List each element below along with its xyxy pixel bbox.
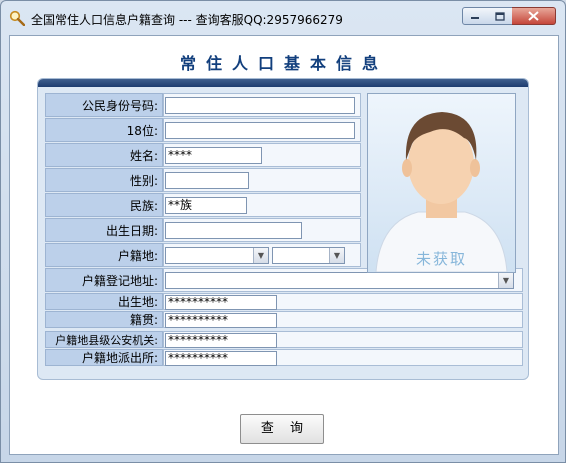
hukou-addr-select[interactable]: ▼ <box>165 272 514 289</box>
ethnic-input[interactable]: **族 <box>165 197 247 214</box>
close-icon <box>528 11 539 21</box>
hukou-city-select[interactable]: ▼ <box>272 247 345 264</box>
info-panel: 公民身份号码: 18位: 姓名: **** 性别: 民族: **族 出生日期: … <box>37 78 529 380</box>
title-bar: 全国常住人口信息户籍查询 --- 查询客服QQ:2957966279 <box>1 1 565 35</box>
photo-frame: 未获取 <box>367 93 516 273</box>
query-button[interactable]: 查 询 <box>240 414 324 444</box>
chevron-down-icon[interactable]: ▼ <box>253 248 268 263</box>
id-cell <box>163 93 361 117</box>
hukou-cell: ▼ ▼ <box>163 243 361 267</box>
magnifier-icon <box>9 10 25 26</box>
birth-cell <box>163 218 361 242</box>
gender-cell <box>163 168 361 192</box>
id18-label: 18位: <box>45 118 163 142</box>
hukou-province-select[interactable]: ▼ <box>165 247 269 264</box>
maximize-button[interactable] <box>487 7 513 25</box>
station-label: 户籍地派出所: <box>45 349 163 366</box>
station-field[interactable]: ********** <box>165 351 277 366</box>
avatar <box>375 112 508 272</box>
maximize-icon <box>494 11 505 21</box>
hukou-label: 户籍地: <box>45 243 163 267</box>
hukou-addr-label: 户籍登记地址: <box>45 268 163 292</box>
police-cell: ********** <box>163 331 523 348</box>
ethnic-label: 民族: <box>45 193 163 217</box>
minimize-icon <box>471 17 479 19</box>
panel-header-bar <box>38 79 528 87</box>
id18-cell <box>163 118 361 142</box>
id-label: 公民身份号码: <box>45 93 163 117</box>
app-window: 全国常住人口信息户籍查询 --- 查询客服QQ:2957966279 常住人口基… <box>0 0 566 463</box>
ethnic-cell: **族 <box>163 193 361 217</box>
gender-label: 性别: <box>45 168 163 192</box>
native-field[interactable]: ********** <box>165 313 277 328</box>
page-title: 常住人口基本信息 <box>179 54 388 73</box>
gender-input[interactable] <box>165 172 249 189</box>
birth-label: 出生日期: <box>45 218 163 242</box>
client-area: 常住人口基本信息 公民身份号码: 18位: 姓名: **** 性别: 民族: *… <box>9 35 559 455</box>
birthplace-cell: ********** <box>163 293 523 310</box>
name-cell: **** <box>163 143 361 167</box>
close-button[interactable] <box>512 7 556 25</box>
name-label: 姓名: <box>45 143 163 167</box>
chevron-down-icon[interactable]: ▼ <box>329 248 344 263</box>
police-field[interactable]: ********** <box>165 333 277 348</box>
station-cell: ********** <box>163 349 523 366</box>
id-input[interactable] <box>165 97 355 114</box>
minimize-button[interactable] <box>462 7 488 25</box>
chevron-down-icon[interactable]: ▼ <box>498 273 513 288</box>
native-cell: ********** <box>163 311 523 328</box>
birth-input[interactable] <box>165 222 302 239</box>
native-label: 籍贯: <box>45 311 163 328</box>
birthplace-label: 出生地: <box>45 293 163 310</box>
birthplace-field[interactable]: ********** <box>165 295 277 310</box>
id18-input[interactable] <box>165 122 355 139</box>
police-label: 户籍地县级公安机关: <box>45 331 163 348</box>
photo-status: 未获取 <box>415 250 467 268</box>
name-input[interactable]: **** <box>165 147 262 164</box>
window-title: 全国常住人口信息户籍查询 --- 查询客服QQ:2957966279 <box>31 13 343 27</box>
